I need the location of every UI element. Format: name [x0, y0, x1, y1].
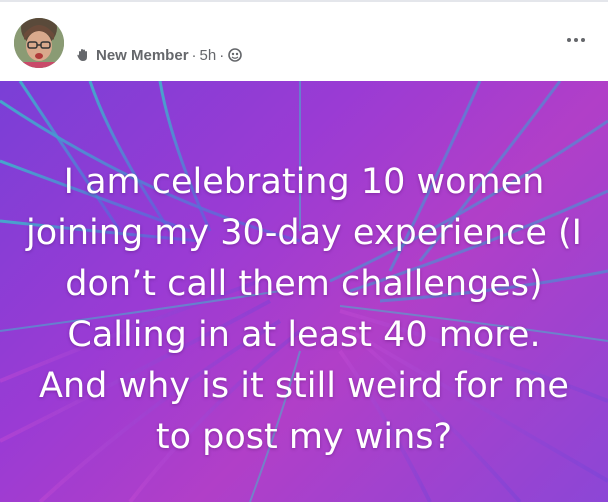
- meta-separator: ·: [219, 46, 225, 64]
- globe-icon[interactable]: [228, 48, 243, 62]
- post-text-line: don’t call them challenges): [65, 264, 543, 304]
- post-timestamp[interactable]: 5h: [200, 47, 217, 64]
- new-member-badge[interactable]: New Member: [96, 47, 189, 64]
- post-meta: New Member · 5h ·: [75, 45, 243, 65]
- post-background: I am celebrating 10 women joining my 30-…: [0, 81, 608, 502]
- avatar[interactable]: [14, 18, 64, 68]
- new-member-wave-icon: [75, 47, 91, 63]
- more-options-icon[interactable]: [560, 30, 592, 50]
- meta-separator: ·: [191, 46, 197, 64]
- post-text-line: Calling in at least 40 more.: [67, 315, 541, 355]
- post-text-line: And why is it still weird for me: [39, 366, 569, 406]
- post-text-line: joining my 30-day experience (I: [26, 213, 582, 253]
- post-text: I am celebrating 10 women joining my 30-…: [20, 157, 588, 463]
- post-text-line: to post my wins?: [155, 417, 453, 457]
- post-header: New Member · 5h ·: [0, 2, 608, 81]
- post-text-line: I am celebrating 10 women: [63, 162, 545, 202]
